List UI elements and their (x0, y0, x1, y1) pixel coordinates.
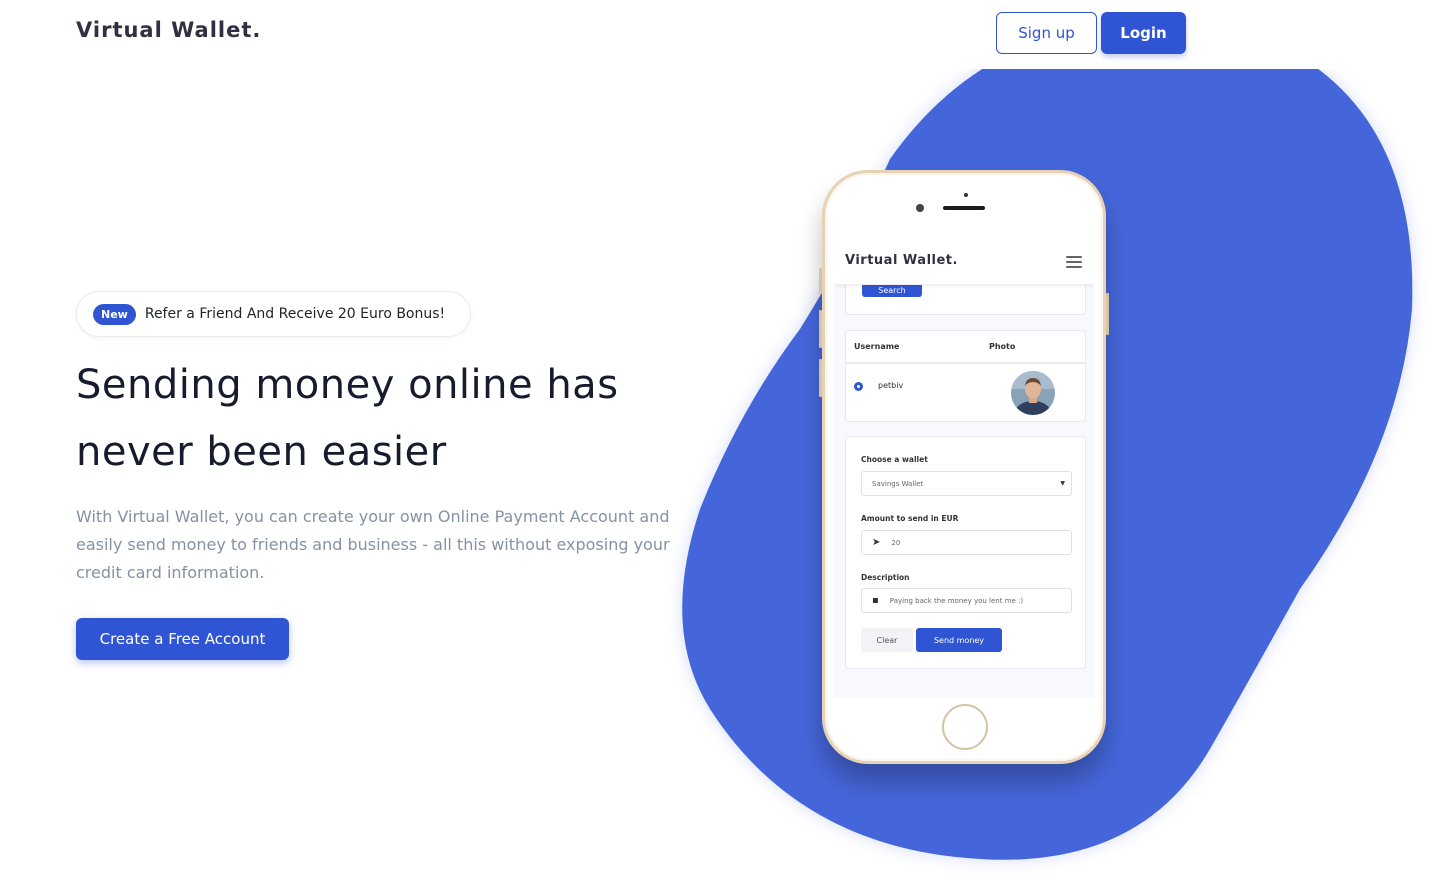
avatar (1011, 371, 1055, 415)
hero-description: With Virtual Wallet, you can create your… (76, 507, 670, 582)
promo-pill[interactable]: New Refer a Friend And Receive 20 Euro B… (76, 291, 471, 337)
photo-column-header: Photo (989, 342, 1016, 351)
login-button[interactable]: Login (1101, 12, 1186, 54)
phone-sensor (964, 193, 968, 197)
description-label: Description (861, 573, 910, 582)
phone-speaker (943, 206, 985, 210)
phone-volume-down (819, 359, 822, 397)
table-username-cell: petbiv (878, 381, 904, 390)
user-select-radio[interactable] (854, 382, 863, 391)
send-money-form: Choose a wallet Savings Wallet ▼ Amount … (845, 436, 1086, 669)
promo-text: Refer a Friend And Receive 20 Euro Bonus… (144, 306, 446, 322)
description-value: Paying back the money you lent me :) (889, 596, 1024, 605)
phone-volume-up (819, 310, 822, 348)
brand-logo[interactable]: Virtual Wallet. (76, 18, 261, 42)
app-brand[interactable]: Virtual Wallet. (845, 253, 958, 268)
amount-value: 20 (891, 538, 901, 547)
phone-mute-switch (819, 268, 822, 294)
phone-camera (916, 204, 924, 212)
hamburger-menu-icon[interactable] (1066, 256, 1082, 268)
signup-button[interactable]: Sign up (996, 12, 1097, 54)
send-arrow-icon: ➤ (872, 537, 881, 548)
phone-power-button (1106, 293, 1109, 335)
hero-headline: Sending money online has never been easi… (76, 362, 619, 475)
phone-home-button (942, 704, 988, 750)
description-field[interactable]: ▪ Paying back the money you lent me :) (861, 588, 1072, 613)
amount-field[interactable]: ➤ 20 (861, 530, 1072, 555)
phone-screen: Search Virtual Wallet. Username Photo pe… (834, 239, 1094, 698)
message-icon: ▪ (872, 595, 879, 606)
create-account-button[interactable]: Create a Free Account (76, 618, 289, 660)
wallet-select-value: Savings Wallet (872, 479, 924, 488)
clear-button[interactable]: Clear (861, 628, 913, 652)
phone-mockup: Search Virtual Wallet. Username Photo pe… (819, 170, 1109, 764)
wallet-select[interactable]: Savings Wallet ▼ (861, 471, 1072, 496)
send-money-button[interactable]: Send money (916, 628, 1002, 652)
username-column-header: Username (854, 342, 900, 351)
new-badge: New (93, 303, 136, 325)
table-header-divider (846, 362, 1085, 364)
amount-label: Amount to send in EUR (861, 514, 959, 523)
user-table: Username Photo petbiv (845, 330, 1086, 422)
chevron-down-icon: ▼ (1060, 480, 1065, 487)
wallet-label: Choose a wallet (861, 455, 928, 464)
app-navbar: Virtual Wallet. (834, 239, 1094, 285)
